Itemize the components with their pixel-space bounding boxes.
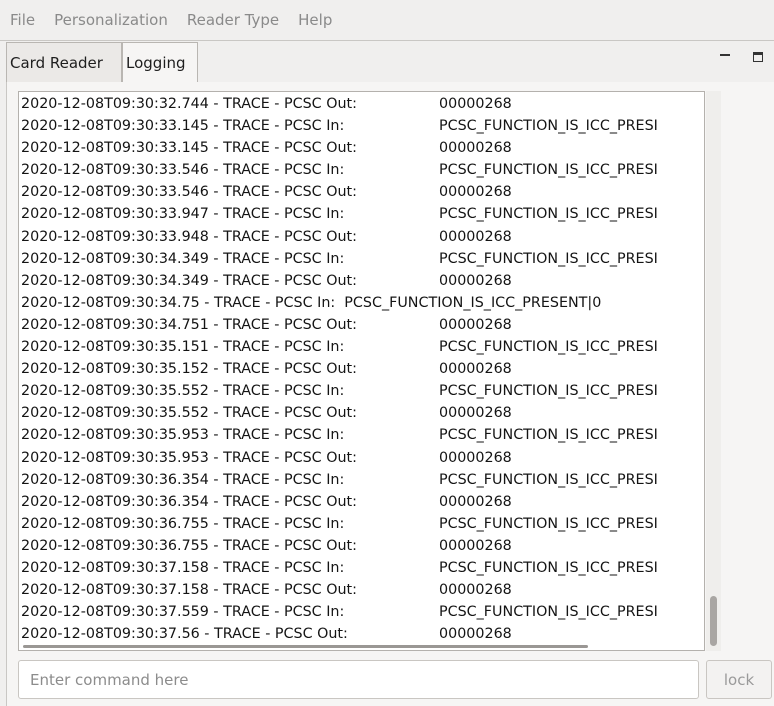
tab-bar: Card Reader Logging — [0, 40, 774, 82]
log-line: 2020-12-08T09:30:34.349 - TRACE - PCSC O… — [21, 270, 658, 292]
log-line-prefix: 2020-12-08T09:30:34.349 - TRACE - PCSC I… — [21, 250, 345, 267]
log-line-prefix: 2020-12-08T09:30:37.559 - TRACE - PCSC I… — [21, 604, 345, 621]
log-line: 2020-12-08T09:30:36.354 - TRACE - PCSC O… — [21, 491, 658, 513]
log-line: 2020-12-08T09:30:35.953 - TRACE - PCSC I… — [21, 424, 658, 446]
log-line-prefix: 2020-12-08T09:30:36.755 - TRACE - PCSC O… — [21, 537, 357, 554]
log-line: 2020-12-08T09:30:33.948 - TRACE - PCSC O… — [21, 226, 658, 248]
minimize-icon[interactable] — [718, 51, 732, 65]
log-line-payload: 00000268 — [439, 316, 512, 333]
menu-help[interactable]: Help — [298, 11, 332, 29]
log-line-prefix: 2020-12-08T09:30:35.552 - TRACE - PCSC I… — [21, 383, 345, 400]
lock-button[interactable]: lock — [706, 660, 772, 699]
log-line-prefix: 2020-12-08T09:30:34.751 - TRACE - PCSC O… — [21, 316, 357, 333]
log-line-payload: PCSC_FUNCTION_IS_ICC_PRESI — [439, 162, 658, 179]
menu-file[interactable]: File — [10, 11, 35, 29]
log-line-payload: PCSC_FUNCTION_IS_ICC_PRESI — [439, 206, 658, 223]
log-output[interactable]: 2020-12-08T09:30:32.744 - TRACE - PCSC O… — [18, 91, 705, 651]
horizontal-scrollbar[interactable] — [23, 645, 588, 648]
log-line-prefix: 2020-12-08T09:30:33.948 - TRACE - PCSC O… — [21, 228, 357, 245]
tab-logging[interactable]: Logging — [122, 42, 198, 82]
menu-bar: File Personalization Reader Type Help — [0, 0, 774, 40]
log-line-prefix: 2020-12-08T09:30:33.947 - TRACE - PCSC I… — [21, 206, 345, 223]
menu-reader-type[interactable]: Reader Type — [187, 11, 279, 29]
log-line: 2020-12-08T09:30:33.145 - TRACE - PCSC O… — [21, 137, 658, 159]
log-line-payload: PCSC_FUNCTION_IS_ICC_PRESI — [439, 604, 658, 621]
log-line: 2020-12-08T09:30:36.755 - TRACE - PCSC O… — [21, 535, 658, 557]
log-line: 2020-12-08T09:30:33.546 - TRACE - PCSC I… — [21, 159, 658, 181]
log-line-prefix: 2020-12-08T09:30:37.56 - TRACE - PCSC Ou… — [21, 626, 348, 643]
log-line-prefix: 2020-12-08T09:30:33.546 - TRACE - PCSC I… — [21, 162, 345, 179]
log-line-prefix: 2020-12-08T09:30:33.546 - TRACE - PCSC O… — [21, 184, 357, 201]
log-line-payload: 00000268 — [439, 96, 512, 112]
log-line: 2020-12-08T09:30:37.158 - TRACE - PCSC I… — [21, 557, 658, 579]
log-line-payload: 00000268 — [439, 493, 512, 510]
menu-personalization[interactable]: Personalization — [54, 11, 168, 29]
logging-panel: 2020-12-08T09:30:32.744 - TRACE - PCSC O… — [6, 82, 774, 706]
log-line-prefix: 2020-12-08T09:30:35.151 - TRACE - PCSC I… — [21, 339, 345, 356]
log-line: 2020-12-08T09:30:36.755 - TRACE - PCSC I… — [21, 513, 658, 535]
log-line-prefix: 2020-12-08T09:30:36.354 - TRACE - PCSC I… — [21, 471, 345, 488]
log-line-payload: PCSC_FUNCTION_IS_ICC_PRESI — [439, 383, 658, 400]
log-line: 2020-12-08T09:30:32.744 - TRACE - PCSC O… — [21, 93, 658, 115]
log-line-payload: PCSC_FUNCTION_IS_ICC_PRESI — [439, 339, 658, 356]
log-line-prefix: 2020-12-08T09:30:35.152 - TRACE - PCSC O… — [21, 361, 357, 378]
log-line-prefix: 2020-12-08T09:30:37.158 - TRACE - PCSC I… — [21, 559, 345, 576]
log-line-prefix: 2020-12-08T09:30:37.158 - TRACE - PCSC O… — [21, 582, 357, 599]
log-line: 2020-12-08T09:30:34.751 - TRACE - PCSC O… — [21, 314, 658, 336]
log-line-prefix: 2020-12-08T09:30:36.755 - TRACE - PCSC I… — [21, 515, 345, 532]
vertical-scrollbar-track[interactable] — [706, 91, 721, 651]
log-line-payload: PCSC_FUNCTION_IS_ICC_PRESI — [439, 471, 658, 488]
log-line: 2020-12-08T09:30:33.145 - TRACE - PCSC I… — [21, 115, 658, 137]
log-line-payload: PCSC_FUNCTION_IS_ICC_PRESI — [439, 427, 658, 444]
log-line: 2020-12-08T09:30:37.559 - TRACE - PCSC I… — [21, 601, 658, 623]
log-line-payload: PCSC_FUNCTION_IS_ICC_PRESI — [439, 559, 658, 576]
log-line-prefix: 2020-12-08T09:30:35.552 - TRACE - PCSC O… — [21, 405, 357, 422]
log-line: 2020-12-08T09:30:34.349 - TRACE - PCSC I… — [21, 248, 658, 270]
log-line-payload: 00000268 — [439, 626, 512, 643]
log-line: 2020-12-08T09:30:33.546 - TRACE - PCSC O… — [21, 181, 658, 203]
log-line-payload: 00000268 — [439, 405, 512, 422]
log-line-payload: 00000268 — [439, 582, 512, 599]
log-line-prefix: 2020-12-08T09:30:35.953 - TRACE - PCSC O… — [21, 449, 357, 466]
log-line-payload: 00000268 — [439, 184, 512, 201]
log-lines: 2020-12-08T09:30:32.744 - TRACE - PCSC O… — [21, 93, 658, 645]
log-line-payload: 00000268 — [439, 272, 512, 289]
log-line-payload: 2020-12-08T09:30:34.75 - TRACE - PCSC In… — [21, 294, 602, 311]
log-line-prefix: 2020-12-08T09:30:33.145 - TRACE - PCSC O… — [21, 140, 357, 157]
log-line-payload: 00000268 — [439, 228, 512, 245]
log-line-prefix: 2020-12-08T09:30:35.953 - TRACE - PCSC I… — [21, 427, 345, 444]
log-line: 2020-12-08T09:30:35.152 - TRACE - PCSC O… — [21, 358, 658, 380]
log-line-prefix: 2020-12-08T09:30:33.145 - TRACE - PCSC I… — [21, 118, 345, 135]
log-line: 2020-12-08T09:30:34.75 - TRACE - PCSC In… — [21, 292, 658, 314]
log-line-prefix: 2020-12-08T09:30:34.349 - TRACE - PCSC O… — [21, 272, 357, 289]
log-line: 2020-12-08T09:30:36.354 - TRACE - PCSC I… — [21, 469, 658, 491]
command-input[interactable] — [18, 660, 699, 699]
log-line-prefix: 2020-12-08T09:30:36.354 - TRACE - PCSC O… — [21, 493, 357, 510]
log-line: 2020-12-08T09:30:35.552 - TRACE - PCSC O… — [21, 402, 658, 424]
log-line-payload: 00000268 — [439, 140, 512, 157]
log-line-prefix: 2020-12-08T09:30:32.744 - TRACE - PCSC O… — [21, 96, 357, 112]
tab-card-reader[interactable]: Card Reader — [6, 42, 122, 82]
log-line-payload: 00000268 — [439, 361, 512, 378]
log-line-payload: 00000268 — [439, 537, 512, 554]
log-line-payload: 00000268 — [439, 449, 512, 466]
log-line: 2020-12-08T09:30:33.947 - TRACE - PCSC I… — [21, 203, 658, 225]
log-line: 2020-12-08T09:30:35.552 - TRACE - PCSC I… — [21, 380, 658, 402]
maximize-icon[interactable] — [752, 51, 766, 65]
log-line: 2020-12-08T09:30:37.158 - TRACE - PCSC O… — [21, 579, 658, 601]
log-line-payload: PCSC_FUNCTION_IS_ICC_PRESI — [439, 515, 658, 532]
log-line-payload: PCSC_FUNCTION_IS_ICC_PRESI — [439, 118, 658, 135]
log-line-payload: PCSC_FUNCTION_IS_ICC_PRESI — [439, 250, 658, 267]
log-line: 2020-12-08T09:30:35.953 - TRACE - PCSC O… — [21, 447, 658, 469]
log-line: 2020-12-08T09:30:35.151 - TRACE - PCSC I… — [21, 336, 658, 358]
vertical-scrollbar-thumb[interactable] — [710, 596, 717, 646]
log-line: 2020-12-08T09:30:37.56 - TRACE - PCSC Ou… — [21, 623, 658, 645]
